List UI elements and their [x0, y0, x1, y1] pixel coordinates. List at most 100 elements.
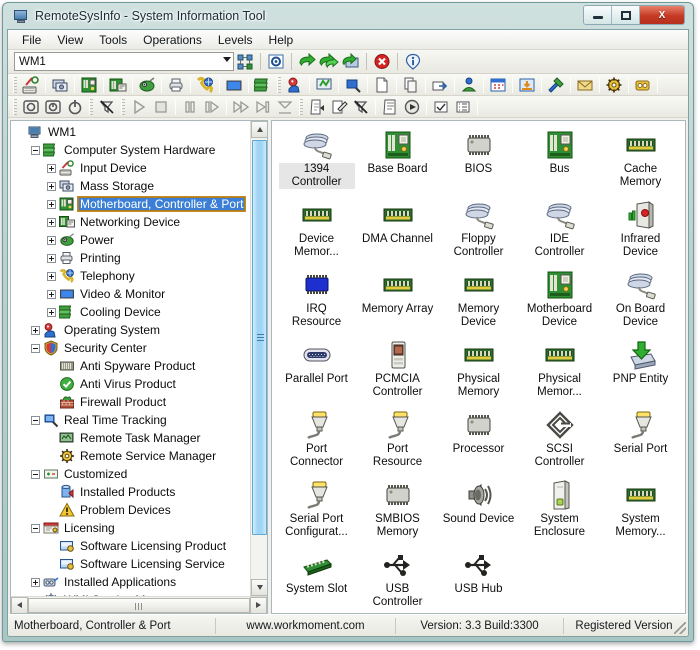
icon-grid-item[interactable]: DMA Channel: [357, 195, 438, 265]
icon-grid-item[interactable]: Floppy Controller: [438, 195, 519, 265]
input-device-icon[interactable]: [20, 75, 42, 95]
tree-node[interactable]: Remote Service Manager: [11, 447, 250, 465]
icon-grid-item[interactable]: Physical Memory: [438, 335, 519, 405]
remote-user-icon[interactable]: [458, 75, 480, 95]
tree-node[interactable]: Mass Storage: [11, 177, 250, 195]
menu-help[interactable]: Help: [261, 31, 302, 49]
resize-grip[interactable]: [674, 622, 686, 634]
installed-apps-icon[interactable]: [632, 75, 654, 95]
tree-node[interactable]: Power: [11, 231, 250, 249]
icon-grid-item[interactable]: Physical Memor...: [519, 335, 600, 405]
mail-icon[interactable]: [574, 75, 596, 95]
service-gear-icon[interactable]: [603, 75, 625, 95]
real-time-tracking-icon[interactable]: [342, 75, 364, 95]
play-icon[interactable]: [128, 97, 150, 117]
icon-grid-item[interactable]: PCMCIA Controller: [357, 335, 438, 405]
tree-vertical-scrollbar[interactable]: [250, 121, 267, 596]
tree-node[interactable]: Customized: [11, 465, 250, 483]
tree-node[interactable]: Software Licensing Product: [11, 537, 250, 555]
collapse-minus-icon[interactable]: [31, 343, 40, 353]
icon-grid-item[interactable]: IRQ Resource: [276, 265, 357, 335]
icon-grid-item[interactable]: Memory Device: [438, 265, 519, 335]
new-task-icon[interactable]: [306, 97, 328, 117]
menu-view[interactable]: View: [49, 31, 91, 49]
icon-grid-item[interactable]: PNP Entity: [600, 335, 681, 405]
cooling-device-icon[interactable]: [252, 75, 274, 95]
title-bar[interactable]: RemoteSysInfo - System Information Tool …: [7, 3, 689, 29]
icon-grid-item[interactable]: USB Hub: [438, 545, 519, 613]
refresh-connect-icon[interactable]: [341, 52, 361, 71]
close-button[interactable]: X: [640, 6, 684, 24]
expand-plus-icon[interactable]: [47, 217, 56, 227]
save-image-icon[interactable]: [516, 75, 538, 95]
icon-grid-item[interactable]: Bus: [519, 125, 600, 195]
chevron-down-icon[interactable]: [223, 57, 231, 62]
telephony-icon[interactable]: [194, 75, 216, 95]
tree-node[interactable]: Problem Devices: [11, 501, 250, 519]
machine-combo[interactable]: WM1: [14, 52, 234, 71]
menu-levels[interactable]: Levels: [210, 31, 261, 49]
report-icon[interactable]: [379, 97, 401, 117]
tree-node[interactable]: Installed Products: [11, 483, 250, 501]
toolbar-grip[interactable]: [121, 98, 125, 115]
expand-plus-icon[interactable]: [47, 289, 56, 299]
shutdown-icon[interactable]: [64, 97, 86, 117]
security-center-icon[interactable]: [313, 75, 335, 95]
icon-grid-item[interactable]: BIOS: [438, 125, 519, 195]
copy-icon[interactable]: [400, 75, 422, 95]
tree-node[interactable]: Motherboard, Controller & Port: [11, 195, 250, 213]
expand-plus-icon[interactable]: [47, 235, 56, 245]
expand-plus-icon[interactable]: [47, 181, 56, 191]
expand-plus-icon[interactable]: [47, 163, 56, 173]
tree-node[interactable]: Cooling Device: [11, 303, 250, 321]
icon-grid-item[interactable]: System Enclosure: [519, 475, 600, 545]
edit-icon[interactable]: [328, 97, 350, 117]
mass-storage-icon[interactable]: [49, 75, 71, 95]
skip-end-icon[interactable]: [252, 97, 274, 117]
tree-node[interactable]: Input Device: [11, 159, 250, 177]
disconnect-icon[interactable]: [96, 97, 118, 117]
icon-grid-item[interactable]: On Board Device: [600, 265, 681, 335]
tree-node[interactable]: Computer System Hardware: [11, 141, 250, 159]
export-icon[interactable]: [429, 75, 451, 95]
icon-grid-item[interactable]: USB Controller: [357, 545, 438, 613]
cancel-task-icon[interactable]: [350, 97, 372, 117]
tree-scroll-left-button[interactable]: [11, 596, 28, 613]
icon-grid-item[interactable]: System Slot: [276, 545, 357, 613]
info-icon[interactable]: [403, 52, 423, 71]
icon-grid-item[interactable]: 1394 Controller: [276, 125, 357, 195]
tree-scroll-down-button[interactable]: [251, 579, 267, 596]
toolbar-grip[interactable]: [277, 76, 281, 93]
tree-hscroll-thumb[interactable]: [28, 597, 250, 613]
tree-node[interactable]: Networking Device: [11, 213, 250, 231]
expand-plus-icon[interactable]: [31, 577, 40, 587]
calendar-icon[interactable]: [487, 75, 509, 95]
toolbar-grip[interactable]: [13, 98, 17, 115]
tree-scroll-up-button[interactable]: [251, 121, 267, 138]
icon-grid-item[interactable]: Base Board: [357, 125, 438, 195]
expand-plus-icon[interactable]: [47, 271, 56, 281]
icon-grid-item[interactable]: Processor: [438, 405, 519, 475]
video-monitor-icon[interactable]: [223, 75, 245, 95]
power-icon[interactable]: [136, 75, 158, 95]
power-off-icon[interactable]: [20, 97, 42, 117]
stop-icon[interactable]: [150, 97, 172, 117]
tree-node[interactable]: Video & Monitor: [11, 285, 250, 303]
icon-grid-item[interactable]: Parallel Port: [276, 335, 357, 405]
icon-grid-item[interactable]: SCSI Controller: [519, 405, 600, 475]
status-website[interactable]: www.workmoment.com: [216, 617, 396, 634]
step-icon[interactable]: [201, 97, 223, 117]
icon-grid-item[interactable]: Device Memor...: [276, 195, 357, 265]
tree-node[interactable]: Anti Spyware Product: [11, 357, 250, 375]
icon-grid-item[interactable]: Port Connector: [276, 405, 357, 475]
toolbar-grip[interactable]: [89, 98, 93, 115]
tree-node[interactable]: Printing: [11, 249, 250, 267]
run-icon[interactable]: [401, 97, 423, 117]
toolbar-grip[interactable]: [13, 76, 17, 93]
tree-node[interactable]: Operating System: [11, 321, 250, 339]
icon-grid-item[interactable]: Cache Memory: [600, 125, 681, 195]
icon-grid-item[interactable]: IDE Controller: [519, 195, 600, 265]
networking-device-icon[interactable]: [107, 75, 129, 95]
menu-tools[interactable]: Tools: [91, 31, 135, 49]
expand-plus-icon[interactable]: [31, 325, 40, 335]
